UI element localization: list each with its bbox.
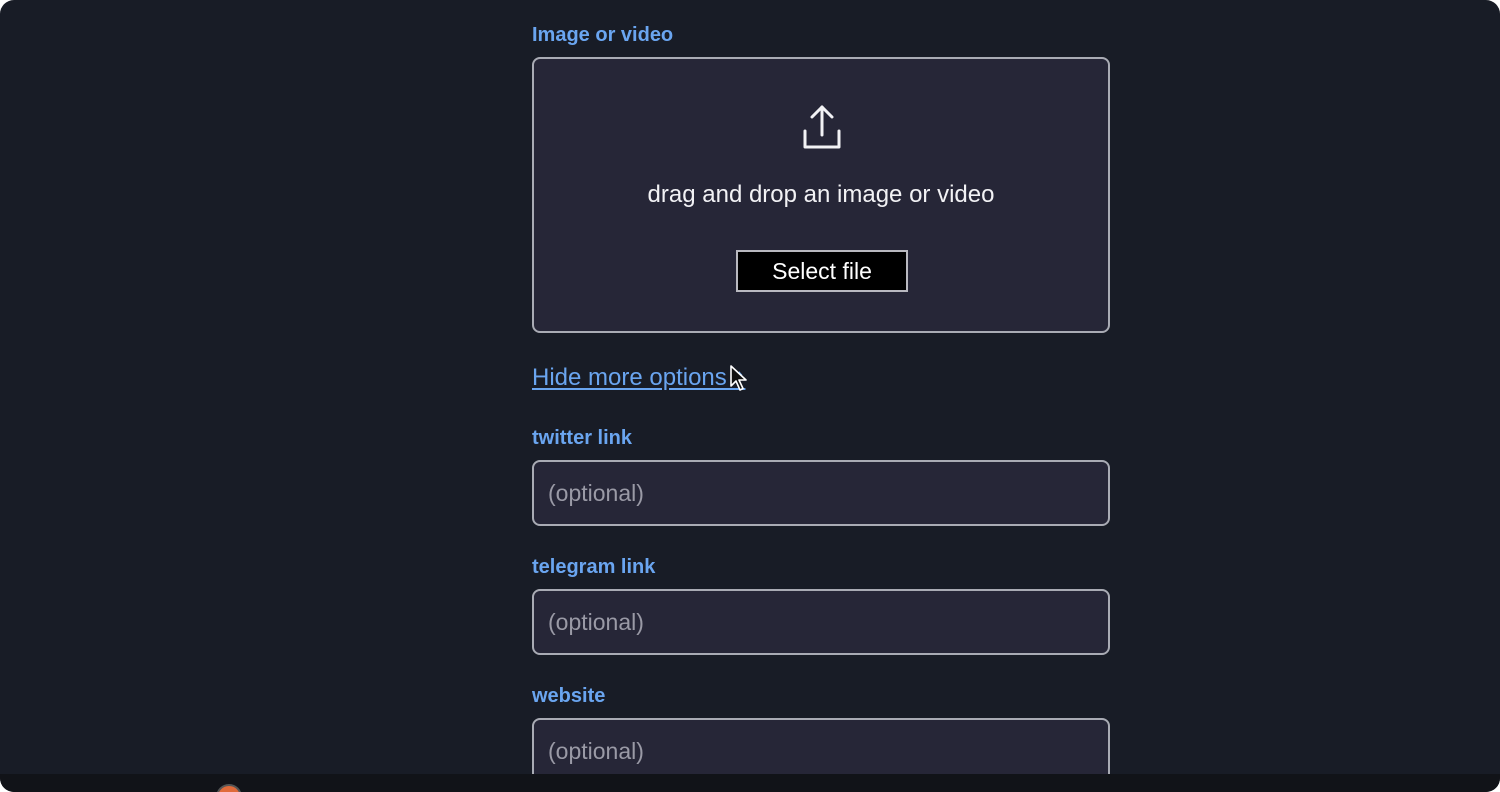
dropzone-text: drag and drop an image or video [647,181,995,208]
select-file-button[interactable]: Select file [736,250,908,292]
twitter-link-input[interactable] [532,460,1110,526]
media-label: Image or video [532,24,674,46]
media-dropzone[interactable]: drag and drop an image or video Select f… [532,57,1110,333]
hide-more-options-link[interactable]: Hide more options ↑ [532,362,745,394]
website-label: website [532,685,606,707]
telegram-link-label: telegram link [532,556,656,578]
twitter-link-label: twitter link [532,427,633,449]
taskbar-app-icon[interactable] [216,784,242,792]
telegram-link-input[interactable] [532,589,1110,655]
app-window: Image or video drag and drop an image or… [0,0,1500,792]
taskbar [0,774,1500,792]
upload-icon [802,103,842,151]
